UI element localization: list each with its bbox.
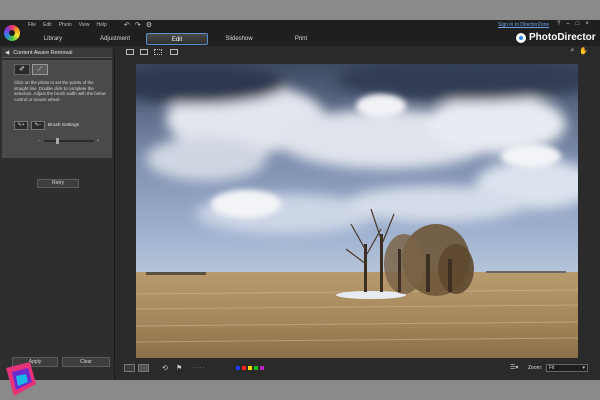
watermark-logo-icon — [6, 362, 36, 396]
instructions-text: Click on the photo to set the points of … — [14, 80, 106, 102]
zoom-label: Zoom: — [528, 365, 543, 371]
redo-icon[interactable]: ↷ — [135, 21, 141, 29]
distant-treeline — [146, 272, 206, 275]
photodirector-window: File Edit Photo View Help ↶ ↷ ⚙ Library … — [0, 20, 600, 380]
magnifier-icon[interactable]: ⌕ — [570, 47, 574, 55]
line-tool-button[interactable]: ⟋ — [32, 64, 48, 75]
snow-patch — [336, 291, 406, 299]
brush-minus-icon: ✎− — [34, 122, 42, 128]
field — [136, 272, 578, 358]
brush-tool-button[interactable]: ✐ — [14, 64, 30, 75]
menu-file[interactable]: File — [28, 22, 36, 28]
panel-title: Content Aware Removal — [13, 49, 73, 56]
left-panel: ◀ Content Aware Removal ✐ ⟋ Click on the… — [0, 46, 115, 380]
menu-edit[interactable]: Edit — [43, 22, 52, 28]
rating-stars-icon[interactable]: ····· — [192, 365, 205, 371]
color-label-green[interactable] — [254, 366, 258, 370]
app-logo-icon — [4, 25, 20, 41]
quick-icons: ↶ ↷ ⚙ — [124, 21, 152, 29]
tab-edit[interactable]: Edit — [146, 33, 208, 45]
color-label-blue[interactable] — [236, 366, 240, 370]
undo-icon[interactable]: ↶ — [124, 21, 130, 29]
color-label-red[interactable] — [242, 366, 246, 370]
zoom-value: Fit — [549, 365, 555, 371]
view-options-icon[interactable]: ☰▾ — [510, 364, 518, 371]
help-icon[interactable]: ? — [557, 21, 560, 27]
slider-minus-icon[interactable]: − — [38, 138, 41, 143]
brush-plus-icon: ✎+ — [17, 122, 25, 128]
zoom-icons: ⌕ ✋ — [570, 47, 588, 55]
tab-print[interactable]: Print — [270, 33, 332, 45]
minimize-icon[interactable]: – — [566, 21, 569, 27]
brush-settings-row: ✎+ ✎− Brush Settings — [14, 121, 79, 130]
signin-link[interactable]: Sign in to DirectorZone — [498, 22, 549, 28]
menu-help[interactable]: Help — [97, 22, 107, 28]
menu-photo[interactable]: Photo — [59, 22, 72, 28]
pan-hand-icon[interactable]: ✋ — [579, 47, 588, 55]
brand-logo-icon — [516, 32, 526, 43]
brand-name: PhotoDirector — [529, 32, 596, 43]
distant-treeline-right — [486, 271, 566, 273]
before-after-view-button[interactable] — [138, 364, 149, 372]
zoom-select[interactable]: Fit ▾ — [546, 364, 588, 372]
brush-size-decrease-button[interactable]: ✎− — [31, 121, 45, 130]
panel-body: ✐ ⟋ Click on the photo to set the points… — [2, 60, 112, 158]
close-icon[interactable]: × — [585, 21, 589, 27]
compare-view-icon[interactable] — [140, 49, 148, 55]
color-label-yellow[interactable] — [248, 366, 252, 370]
filmstrip-view-icon[interactable] — [170, 49, 178, 55]
brush-width-slider[interactable] — [43, 137, 94, 144]
tab-slideshow[interactable]: Slideshow — [208, 33, 270, 45]
color-label-purple[interactable] — [260, 366, 264, 370]
main-tabs: Library Adjustment Edit Slideshow Print — [22, 33, 332, 45]
view-toolbar: ⌕ ✋ — [118, 46, 600, 58]
color-labels — [236, 366, 264, 370]
flag-icon[interactable]: ⚑ — [176, 364, 182, 372]
window-controls: ? – □ × — [557, 21, 589, 27]
tab-library[interactable]: Library — [22, 33, 84, 45]
tool-buttons: ✐ ⟋ — [14, 64, 48, 75]
slider-thumb[interactable] — [55, 137, 59, 144]
tab-adjustment[interactable]: Adjustment — [84, 33, 146, 45]
canvas-area — [118, 58, 590, 360]
panel-header: ◀ Content Aware Removal — [2, 48, 112, 58]
brush-size-increase-button[interactable]: ✎+ — [14, 121, 28, 130]
single-view-icon[interactable] — [126, 49, 134, 55]
brand: PhotoDirector — [516, 32, 596, 43]
brush-icon: ✐ — [19, 66, 25, 73]
top-bar: File Edit Photo View Help ↶ ↷ ⚙ Library … — [0, 20, 600, 46]
menu-bar: File Edit Photo View Help — [28, 22, 107, 28]
line-brush-icon: ⟋ — [37, 66, 43, 73]
retry-button[interactable]: Retry — [37, 179, 79, 188]
rotate-icon[interactable]: ⟲ — [162, 364, 168, 372]
menu-view[interactable]: View — [79, 22, 90, 28]
grid-view-icon[interactable] — [154, 49, 162, 55]
brush-settings-label: Brush Settings — [48, 123, 80, 128]
maximize-icon[interactable]: □ — [576, 21, 580, 27]
slider-plus-icon[interactable]: + — [97, 138, 100, 143]
settings-gear-icon[interactable]: ⚙ — [146, 21, 152, 29]
back-arrow-icon[interactable]: ◀ — [5, 50, 9, 56]
brush-slider-row: − + — [38, 137, 100, 144]
clear-button[interactable]: Clear — [62, 357, 110, 367]
single-photo-view-button[interactable] — [124, 364, 135, 372]
bottom-toolbar: ⟲ ⚑ ····· ☰▾ Zoom: Fit ▾ — [118, 362, 600, 375]
chevron-down-icon: ▾ — [582, 365, 585, 371]
photo-canvas[interactable] — [136, 64, 578, 358]
